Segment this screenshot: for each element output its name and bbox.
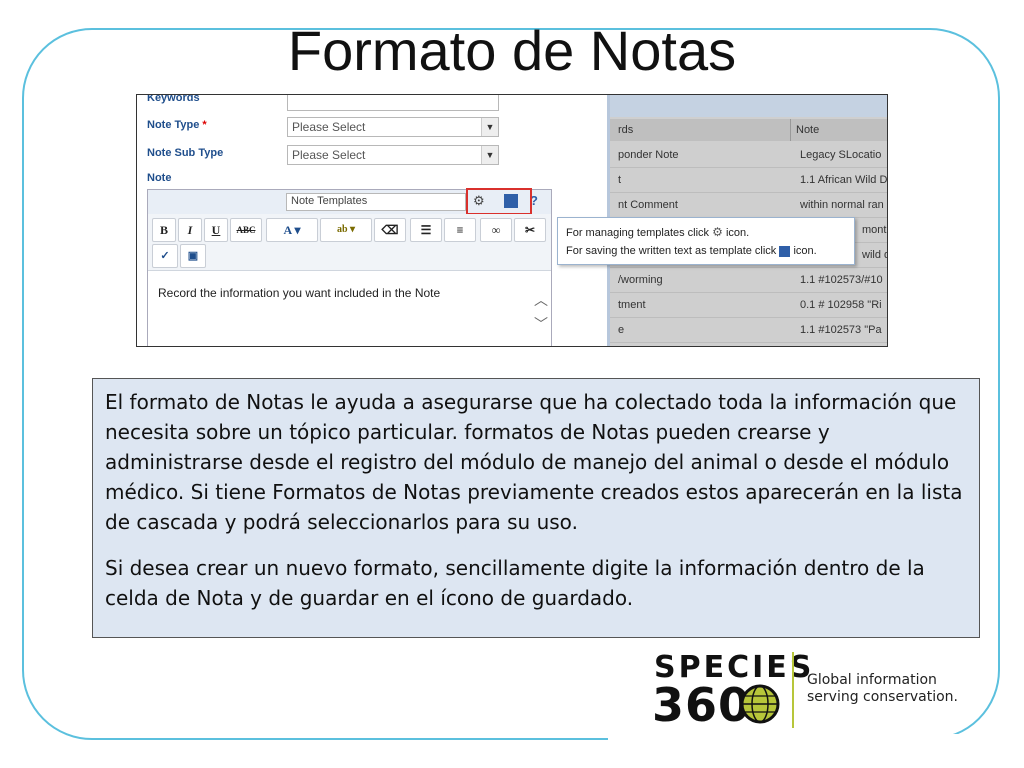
tagline-line: serving conservation.	[807, 689, 958, 705]
chevron-down-icon: ▼	[481, 146, 498, 164]
gear-icon: ⚙	[712, 225, 723, 239]
editor-content[interactable]: Record the information you want included…	[158, 286, 440, 300]
table-row[interactable]: tment 0.1 # 102958 "Ri	[610, 293, 887, 318]
note-type-placeholder: Please Select	[292, 120, 366, 134]
column-header[interactable]: Note	[796, 124, 819, 136]
eraser-icon[interactable]: ⌫	[374, 218, 406, 242]
cell: within normal ran	[800, 199, 884, 211]
frame-gap	[608, 734, 1024, 746]
tooltip-line-1: For managing templates click ⚙ icon.	[566, 225, 749, 239]
description-paragraph: Si desea crear un nuevo formato, sencill…	[105, 556, 925, 610]
italic-button[interactable]: I	[178, 218, 202, 242]
species360-logo: SPECIES 360 Global information serving c…	[652, 650, 972, 732]
keywords-input[interactable]	[287, 95, 499, 111]
note-sub-type-placeholder: Please Select	[292, 148, 366, 162]
cell: t	[618, 174, 622, 186]
chevron-down-icon: ▼	[481, 118, 498, 136]
note-label: Note	[147, 172, 172, 184]
cell: 1.1 #102573 "Pa	[800, 324, 882, 336]
chevron-up-icon[interactable]: ︿	[534, 290, 548, 310]
logo-divider	[792, 652, 794, 728]
logo-number: 360	[652, 678, 752, 732]
cell: 1.1 #102573/#10	[800, 274, 883, 286]
note-type-label-text: Note Type	[147, 119, 200, 131]
cell: 0.1 # 102958 "Ri	[800, 299, 882, 311]
slide-title: Formato de Notas	[287, 19, 737, 82]
grid-toolbar	[610, 95, 887, 117]
cell: Legacy SLocatio	[800, 149, 882, 161]
link-icon[interactable]: ∞	[480, 218, 512, 242]
tooltip-line-2: For saving the written text as template …	[566, 245, 817, 257]
cell: nt Comment	[618, 199, 678, 211]
chevron-down-icon[interactable]: ﹀	[534, 314, 548, 334]
bold-button[interactable]: B	[152, 218, 176, 242]
table-row[interactable]: nt Comment within normal ran	[610, 193, 887, 218]
tooltip-text: icon.	[793, 245, 817, 257]
note-templates-select[interactable]: Note Templates	[286, 193, 466, 211]
tagline-line: Global information	[807, 672, 937, 688]
spellcheck-icon[interactable]: ✓	[152, 244, 178, 268]
cell: wild d	[862, 249, 888, 261]
cell: monthl	[862, 224, 887, 236]
column-separator	[790, 119, 791, 141]
strikethrough-button[interactable]: ABC	[230, 218, 262, 242]
note-type-label: Note Type *	[147, 119, 207, 131]
font-color-button[interactable]: A ▾	[266, 218, 318, 242]
template-tooltip: For managing templates click ⚙ icon. For…	[557, 217, 855, 265]
cell: e	[618, 324, 625, 336]
note-editor: Note Templates ⚙ ? B I U ABC A ▾ ab ▾ ⌫ …	[147, 188, 552, 346]
fullscreen-icon[interactable]: ▣	[180, 244, 206, 268]
app-screenshot: Keywords Note Type * Please Select ▼ Not…	[136, 94, 888, 347]
save-icon	[779, 245, 791, 257]
templates-bar: Note Templates ⚙ ?	[148, 188, 551, 215]
editor-toolbar: B I U ABC A ▾ ab ▾ ⌫ ☰ ≡ ∞ ✂ ✓ ▣	[148, 214, 551, 271]
bullet-list-icon[interactable]: ☰	[410, 218, 442, 242]
note-sub-type-label: Note Sub Type	[147, 147, 224, 159]
tooltip-text: icon.	[725, 227, 750, 239]
table-row[interactable]: ponder Note Legacy SLocatio	[610, 143, 887, 168]
cell: tment	[618, 299, 646, 311]
logo-tagline: Global information serving conservation.	[807, 672, 958, 706]
tooltip-text: For managing templates click	[566, 227, 710, 239]
description-paragraph: El formato de Notas le ayuda a asegurars…	[105, 390, 963, 534]
tooltip-text: For saving the written text as template …	[566, 245, 777, 257]
note-templates-placeholder: Note Templates	[291, 195, 368, 207]
table-row[interactable]: t 1.1 African Wild D	[610, 168, 888, 193]
keywords-label: Keywords	[147, 94, 200, 104]
cell: 1.1 African Wild D	[800, 174, 888, 186]
description-box: El formato de Notas le ayuda a asegurars…	[92, 378, 980, 638]
globe-icon	[740, 684, 780, 724]
grid-header: rds Note	[610, 119, 887, 141]
table-row[interactable]: /worming 1.1 #102573/#10	[610, 268, 887, 293]
note-type-select[interactable]: Please Select ▼	[287, 117, 499, 137]
cell: /worming	[618, 274, 663, 286]
note-sub-type-select[interactable]: Please Select ▼	[287, 145, 499, 165]
unlink-icon[interactable]: ✂	[514, 218, 546, 242]
numbered-list-icon[interactable]: ≡	[444, 218, 476, 242]
cell: ponder Note	[618, 149, 679, 161]
required-mark: *	[202, 119, 207, 131]
note-form: Keywords Note Type * Please Select ▼ Not…	[137, 95, 607, 346]
highlight-box	[466, 188, 532, 215]
underline-button[interactable]: U	[204, 218, 228, 242]
column-header[interactable]: rds	[618, 124, 633, 136]
table-row[interactable]: e 1.1 #102573 "Pa	[610, 318, 887, 343]
highlight-color-button[interactable]: ab ▾	[320, 218, 372, 242]
